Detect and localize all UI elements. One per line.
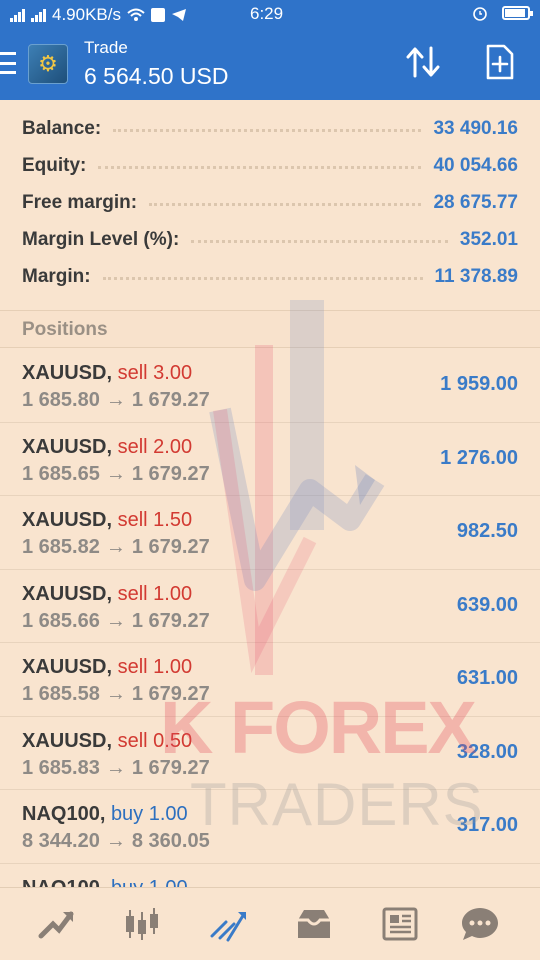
position-symbol: XAUUSD, bbox=[22, 435, 113, 458]
position-profit: 1 959.00 bbox=[440, 373, 518, 395]
price-arrow: → bbox=[105, 830, 126, 852]
balance-row: Balance: 33 490.16 bbox=[22, 110, 518, 147]
position-profit: 631.00 bbox=[456, 667, 518, 689]
position-symbol: NAQ100, bbox=[22, 803, 106, 825]
dotted-leader bbox=[98, 166, 422, 169]
position-profit: 317.00 bbox=[456, 814, 518, 836]
margin-row: Margin: 11 378.89 bbox=[22, 258, 518, 295]
position-symbol: NAQ100, bbox=[22, 877, 105, 888]
menu-icon[interactable] bbox=[0, 52, 16, 74]
position-symbol: XAUUSD, bbox=[22, 729, 113, 752]
app-bar: ⚙ Trade 6 564.50 USD bbox=[0, 30, 540, 100]
position-symbol: XAUUSD, bbox=[22, 582, 113, 605]
news-icon[interactable] bbox=[378, 904, 422, 944]
position-row[interactable]: NAQ100, buy 1.00 8 344.20 → 8 360.05 317.0… bbox=[0, 790, 540, 864]
position-current-price: 1 679.27 bbox=[131, 756, 210, 779]
summary-value: 28 675.77 bbox=[433, 191, 518, 213]
position-row[interactable]: XAUUSD, sell 3.00 1 685.80 → 1 679.27 1 95… bbox=[0, 349, 540, 423]
signal-icon bbox=[10, 8, 25, 22]
position-action: sell 3.00 bbox=[117, 362, 193, 384]
new-order-icon[interactable] bbox=[485, 44, 515, 80]
app-notification-icon bbox=[151, 8, 165, 22]
summary-value: 40 054.66 bbox=[433, 154, 518, 176]
position-symbol: XAUUSD, bbox=[22, 656, 113, 678]
position-open-price: 1 685.83 bbox=[22, 756, 100, 779]
position-open-price: 1 685.82 bbox=[22, 536, 100, 558]
position-open-price: 1 685.80 bbox=[22, 389, 100, 411]
position-current-price: 8 360.05 bbox=[131, 830, 210, 852]
chart-icon[interactable] bbox=[120, 904, 164, 944]
free-margin-row: Free margin: 28 675.77 bbox=[22, 184, 518, 221]
price-arrow: → bbox=[105, 389, 126, 411]
summary-value: 352.01 bbox=[459, 228, 518, 250]
summary-value: 11 378.89 bbox=[434, 265, 518, 287]
account-summary: Balance: 33 490.16 Equity: 40 054.66 Fre… bbox=[0, 100, 540, 310]
sort-icon[interactable] bbox=[403, 44, 443, 80]
summary-label: Margin Level (%): bbox=[22, 228, 180, 250]
price-arrow: → bbox=[105, 683, 126, 705]
position-action: sell 0.50 bbox=[117, 729, 193, 752]
status-bar: 4.90KB/s 6:29 bbox=[0, 0, 540, 30]
bottom-nav bbox=[0, 887, 540, 960]
position-action: sell 1.00 bbox=[117, 656, 193, 678]
price-arrow: → bbox=[105, 609, 126, 632]
position-action: sell 1.50 bbox=[117, 509, 193, 531]
dotted-leader bbox=[102, 277, 423, 280]
signal-icon bbox=[31, 8, 46, 22]
price-arrow: → bbox=[105, 756, 126, 779]
position-action: sell 2.00 bbox=[117, 435, 193, 458]
margin-level-row: Margin Level (%): 352.01 bbox=[22, 221, 518, 258]
position-row[interactable]: XAUUSD, sell 1.50 1 685.82 → 1 679.27 982.… bbox=[0, 496, 540, 570]
position-current-price: 1 679.27 bbox=[131, 536, 210, 558]
position-action: buy 1.00 bbox=[111, 877, 188, 888]
network-speed: 4.90KB/s bbox=[52, 5, 121, 24]
position-row[interactable]: XAUUSD, sell 1.00 1 685.58 → 1 679.27 631.… bbox=[0, 643, 540, 717]
position-row[interactable]: XAUUSD, sell 2.00 1 685.65 → 1 679.27 1 27… bbox=[0, 423, 540, 496]
position-action: sell 1.00 bbox=[117, 582, 193, 605]
account-logo-icon[interactable]: ⚙ bbox=[28, 44, 68, 84]
telegram-icon bbox=[172, 9, 186, 21]
position-open-price: 8 344.20 bbox=[22, 830, 100, 852]
position-current-price: 1 679.27 bbox=[131, 683, 210, 705]
summary-value: 33 490.16 bbox=[433, 117, 518, 139]
position-row[interactable]: XAUUSD, sell 1.00 1 685.66 → 1 679.27 639.… bbox=[0, 570, 540, 643]
price-arrow: → bbox=[105, 536, 126, 558]
positions-list: XAUUSD, sell 3.00 1 685.80 → 1 679.27 1 95… bbox=[0, 349, 540, 887]
dotted-leader bbox=[191, 240, 448, 243]
position-current-price: 1 679.27 bbox=[131, 389, 210, 411]
battery-icon bbox=[502, 6, 533, 20]
trade-icon[interactable] bbox=[206, 904, 250, 944]
position-row[interactable]: XAUUSD, sell 0.50 1 685.83 → 1 679.27 328.… bbox=[0, 717, 540, 790]
wifi-icon bbox=[127, 8, 145, 21]
page-title: Trade bbox=[84, 38, 128, 57]
position-profit: 1 276.00 bbox=[440, 446, 518, 469]
balance-display: 6 564.50 USD bbox=[84, 63, 229, 89]
position-profit: 328.00 bbox=[456, 740, 518, 763]
summary-label: Margin: bbox=[22, 265, 91, 287]
equity-row: Equity: 40 054.66 bbox=[22, 147, 518, 184]
position-profit: 639.00 bbox=[456, 593, 518, 616]
alarm-icon bbox=[473, 7, 487, 21]
position-open-price: 1 685.66 bbox=[22, 609, 100, 632]
positions-header: Positions bbox=[0, 310, 540, 348]
position-symbol: XAUUSD, bbox=[22, 362, 113, 384]
quotes-icon[interactable] bbox=[35, 904, 79, 944]
position-open-price: 1 685.58 bbox=[22, 683, 100, 705]
dotted-leader bbox=[113, 129, 422, 132]
dotted-leader bbox=[149, 203, 422, 206]
position-action: buy 1.00 bbox=[110, 803, 188, 825]
position-current-price: 1 679.27 bbox=[131, 462, 210, 485]
position-current-price: 1 679.27 bbox=[131, 609, 210, 632]
messages-icon[interactable] bbox=[458, 904, 502, 944]
position-row[interactable]: NAQ100, buy 1.00 bbox=[0, 864, 540, 888]
history-icon[interactable] bbox=[292, 904, 336, 944]
summary-label: Equity: bbox=[22, 154, 87, 176]
price-arrow: → bbox=[105, 462, 126, 485]
summary-label: Balance: bbox=[22, 117, 102, 139]
position-profit: 982.50 bbox=[456, 520, 518, 542]
summary-label: Free margin: bbox=[22, 191, 138, 213]
position-open-price: 1 685.65 bbox=[22, 462, 100, 485]
clock: 6:29 bbox=[250, 4, 284, 23]
position-symbol: XAUUSD, bbox=[22, 509, 113, 531]
